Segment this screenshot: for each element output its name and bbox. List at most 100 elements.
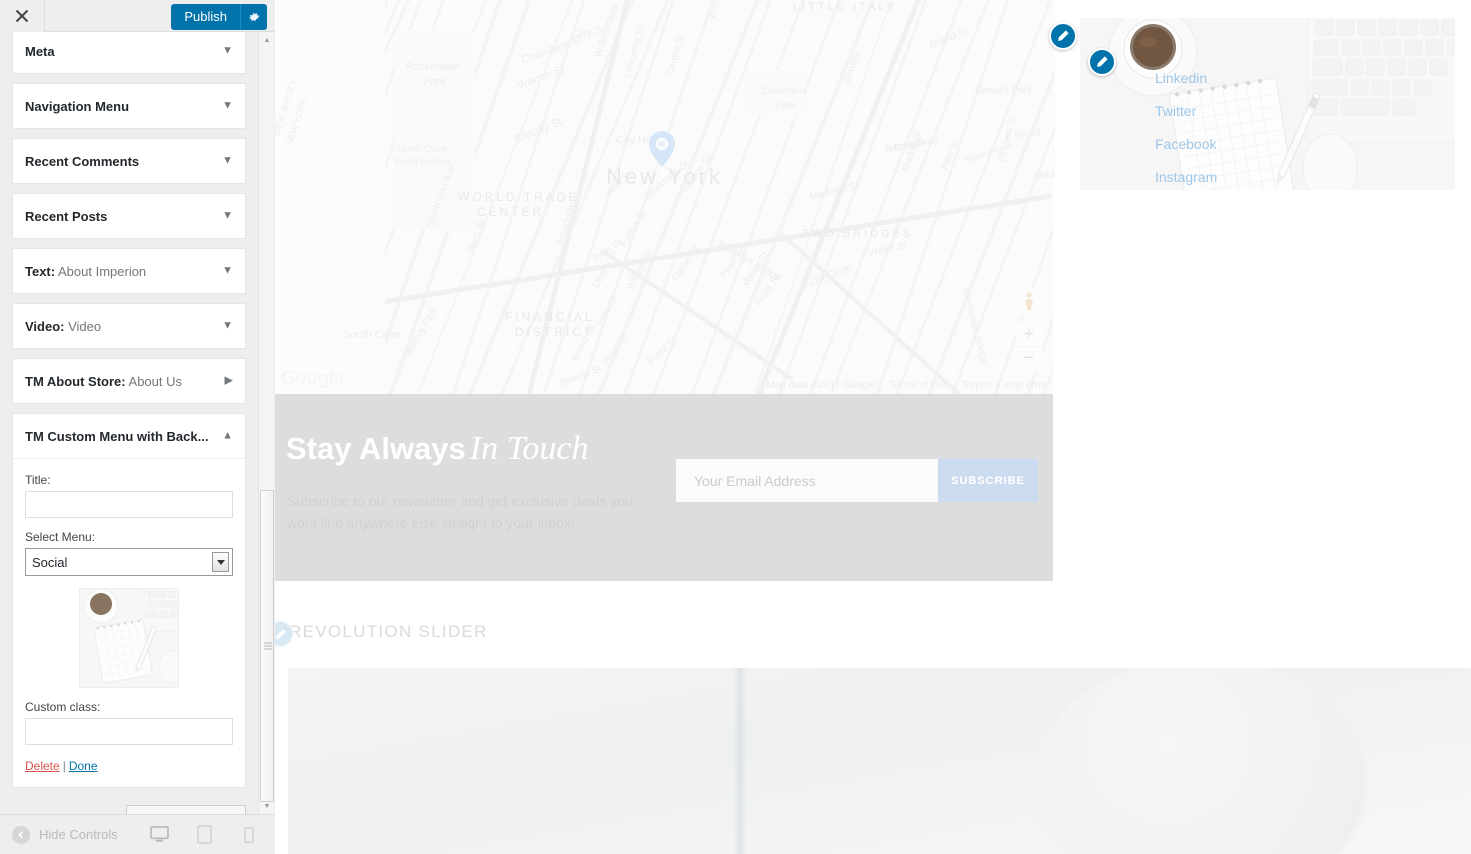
newsletter-subtext: Subscribe to our newsletter and get excl… <box>287 493 633 532</box>
map-label: CENTER <box>477 205 545 219</box>
map-label: Rockefeller <box>405 61 461 73</box>
chevron-down-icon[interactable] <box>212 552 229 572</box>
map-attribution-item[interactable]: Map data ©2017 Google <box>766 380 875 391</box>
custom-class-input[interactable] <box>25 718 233 745</box>
widget-card: TM Custom Menu with Back... ▲ Title: Select… <box>12 413 246 788</box>
menu-background-thumbnail[interactable] <box>79 588 179 688</box>
edit-pencil-icon-widget[interactable] <box>1088 48 1116 76</box>
social-menu-item[interactable]: Twitter <box>1155 103 1217 119</box>
widget-title: Recent Comments <box>25 153 140 169</box>
edit-pencil-icon-sidebar[interactable] <box>1049 22 1077 50</box>
customizer-screen: Publish Meta ▼ Navigation Menu ▼ Recent Comm… <box>0 0 1471 854</box>
chevron-up-icon[interactable]: ▲ <box>222 430 233 442</box>
map-attribution-item[interactable]: Terms of Use <box>890 380 949 391</box>
map-label: Columbus <box>762 86 808 97</box>
scrollbar-thumb[interactable] <box>260 490 274 802</box>
publish-button[interactable]: Publish <box>171 4 240 30</box>
social-menu-widget[interactable]: Linkedin Twitter Facebook Instagram <box>1080 18 1455 190</box>
widget-instance-name: Video <box>64 318 102 334</box>
widget-card: Recent Comments ▼ <box>12 138 246 184</box>
chevron-down-icon[interactable]: ▼ <box>222 155 233 167</box>
widget-form: Title: Select Menu: Social Custom class: Del… <box>13 458 245 787</box>
gear-icon[interactable] <box>240 4 267 30</box>
chevron-down-icon[interactable]: ▼ <box>222 45 233 57</box>
widget-title: TM Custom Menu with Back... <box>25 428 209 444</box>
select-menu-value: Social <box>32 554 68 570</box>
chevron-down-icon[interactable]: ▼ <box>222 265 233 277</box>
map-attribution-item[interactable]: Report a map error <box>963 380 1047 391</box>
done-link[interactable]: Done <box>69 759 98 773</box>
close-icon[interactable] <box>0 0 45 32</box>
widget-list-footer: Reorder+Add a Widget <box>12 797 246 814</box>
google-map[interactable]: Jay StBroadwayLITTLE ITALYGrand StLafaye… <box>275 0 1055 394</box>
widget-card: Recent Posts ▼ <box>12 193 246 239</box>
chevron-right-icon[interactable]: ▶ <box>225 375 233 387</box>
customizer-bottom-bar: Hide Controls <box>0 814 275 854</box>
desktop-icon[interactable] <box>147 823 171 847</box>
widget-title: TM About Store: About Us <box>25 373 182 389</box>
custom-class-label: Custom class: <box>25 700 101 714</box>
widgets-panel[interactable]: Meta ▼ Navigation Menu ▼ Recent Comments ▼ Rec… <box>0 32 275 814</box>
chevron-down-icon[interactable]: ▼ <box>222 320 233 332</box>
preview-right-gutter <box>1053 190 1471 620</box>
email-input[interactable] <box>676 459 938 502</box>
subscribe-button[interactable]: SUBSCRIBE <box>938 459 1038 502</box>
widget-header-recent-comments[interactable]: Recent Comments ▼ <box>13 139 245 183</box>
widget-list: Meta ▼ Navigation Menu ▼ Recent Comments ▼ Rec… <box>0 32 258 814</box>
scroll-down-arrow-icon[interactable]: ▼ <box>259 798 275 814</box>
hide-controls-button[interactable]: Hide Controls <box>0 825 118 844</box>
tablet-icon[interactable] <box>192 823 216 847</box>
widget-card: Text: About Imperion ▼ <box>12 248 246 294</box>
map-pin-marker[interactable] <box>649 131 675 167</box>
widget-header-tm-about-store[interactable]: TM About Store: About Us ▶ <box>13 359 245 403</box>
preview-bottom-gutter <box>275 581 1471 623</box>
revolution-slider-image[interactable] <box>288 668 1471 854</box>
menu-background-thumbnail-wrap <box>25 588 233 688</box>
map-attribution: Map data ©2017 Google Terms of Use Report … <box>766 380 1047 391</box>
hide-controls-label: Hide Controls <box>39 827 118 842</box>
device-preview-group <box>147 823 275 847</box>
map-label: Yacht Harbor <box>393 157 452 168</box>
newsletter-heading-bold: Stay Always <box>286 431 466 466</box>
widget-header-meta[interactable]: Meta ▼ <box>13 32 245 73</box>
widget-header-text[interactable]: Text: About Imperion ▼ <box>13 249 245 293</box>
title-field-label: Title: <box>25 473 51 487</box>
title-input[interactable] <box>25 491 233 518</box>
chevron-down-icon[interactable]: ▼ <box>222 100 233 112</box>
delete-link[interactable]: Delete <box>25 759 60 773</box>
zoom-in-button[interactable]: + <box>1016 322 1042 347</box>
street-view-pegman-icon[interactable] <box>1016 288 1042 314</box>
widget-title: Video: Video <box>25 318 102 334</box>
social-menu-item[interactable]: Linkedin <box>1155 70 1217 86</box>
widget-header-recent-posts[interactable]: Recent Posts ▼ <box>13 194 245 238</box>
map-zoom-controls[interactable]: + − <box>1016 322 1042 370</box>
mobile-icon[interactable] <box>237 823 261 847</box>
newsletter-section: Stay Always In Touch Subscribe to our new… <box>275 394 1053 581</box>
slide-seam <box>733 668 747 854</box>
zoom-out-button[interactable]: − <box>1016 347 1042 371</box>
google-logo: Google <box>281 368 344 389</box>
map-label: WORLD TRADE <box>458 190 580 204</box>
site-preview[interactable]: Jay StBroadwayLITTLE ITALYGrand StLafaye… <box>275 0 1471 854</box>
widget-actions: Delete | Done <box>25 759 233 773</box>
chevron-down-icon[interactable]: ▼ <box>222 210 233 222</box>
social-menu-item[interactable]: Instagram <box>1155 169 1217 185</box>
map-label: South Cove <box>343 329 401 341</box>
sidebar-scrollbar[interactable]: ▲ ▼ <box>258 32 274 814</box>
social-menu-item[interactable]: Facebook <box>1155 136 1217 152</box>
newsletter-heading-italic: In Touch <box>469 430 589 467</box>
select-menu-dropdown[interactable]: Social <box>25 548 233 576</box>
widget-header-navigation-menu[interactable]: Navigation Menu ▼ <box>13 84 245 128</box>
slide-portrait <box>1036 668 1366 854</box>
widget-header-video[interactable]: Video: Video ▼ <box>13 304 245 348</box>
social-menu-list: Linkedin Twitter Facebook Instagram <box>1115 70 1217 190</box>
map-label: Park <box>775 100 796 111</box>
action-separator: | <box>62 759 66 773</box>
scroll-up-arrow-icon[interactable]: ▲ <box>259 32 275 48</box>
add-widget-button[interactable]: +Add a Widget <box>125 805 246 814</box>
widget-title: Meta <box>25 43 55 59</box>
widget-card: Meta ▼ <box>12 32 246 74</box>
widget-title: Text: About Imperion <box>25 263 147 279</box>
publish-group: Publish <box>171 4 267 30</box>
widget-header-tm-custom-menu-with-back[interactable]: TM Custom Menu with Back... ▲ <box>13 414 245 458</box>
